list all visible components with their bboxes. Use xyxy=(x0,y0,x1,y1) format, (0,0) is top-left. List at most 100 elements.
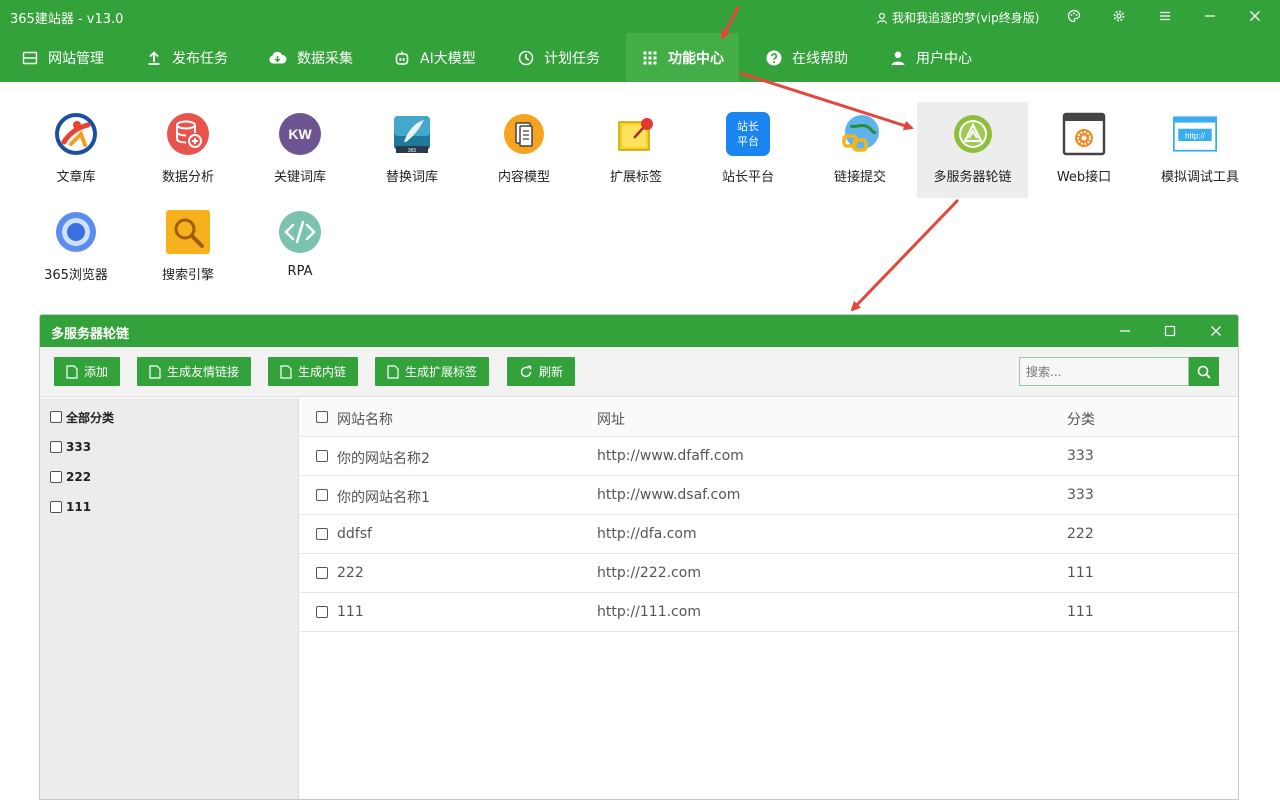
settings-button[interactable] xyxy=(1106,4,1132,28)
table-row[interactable]: ddfsf http://dfa.com 222 xyxy=(300,515,1238,554)
cell-site-name: 111 xyxy=(337,604,364,620)
nav-scheduled-task[interactable]: 计划任务 xyxy=(518,33,600,82)
category-222[interactable]: 222 xyxy=(50,468,91,486)
nav-ai-model[interactable]: AI大模型 xyxy=(394,33,476,82)
subwindow-titlebar: 多服务器轮链 xyxy=(40,315,1238,347)
main-nav: 网站管理 发布任务 数据采集 AI大模型 计划任务 功能中心 在线帮助 用户中心 xyxy=(0,33,1280,82)
tool-debug-tool[interactable]: http:// 模拟调试工具 xyxy=(1148,102,1252,198)
generate-friend-links-button[interactable]: 生成友情链接 xyxy=(137,357,252,386)
tool-rpa[interactable]: RPA xyxy=(250,200,350,296)
cell-site-name: 你的网站名称1 xyxy=(337,490,430,506)
arrow-to-subwindow xyxy=(850,198,960,312)
web-api-icon xyxy=(1062,112,1106,156)
select-all-checkbox[interactable] xyxy=(316,411,328,423)
extension-tag-icon xyxy=(618,118,653,151)
checkbox[interactable] xyxy=(50,441,62,453)
table-row[interactable]: 222 http://222.com 111 xyxy=(300,554,1238,593)
column-header-site-name[interactable]: 网站名称 xyxy=(337,409,393,429)
table-row[interactable]: 你的网站名称1 http://www.dsaf.com 333 xyxy=(300,476,1238,515)
skin-button[interactable] xyxy=(1061,4,1087,28)
category-label: 111 xyxy=(66,500,92,514)
tool-label: 链接提交 xyxy=(833,170,886,185)
site-table: 网站名称 网址 分类 你的网站名称2 http://www.dfaff.com … xyxy=(300,398,1238,799)
tool-content-model[interactable]: 内容模型 xyxy=(474,102,574,198)
maximize-button[interactable] xyxy=(1198,4,1224,28)
replace-library-icon: 365 xyxy=(394,116,430,154)
generate-internal-links-button[interactable]: 生成内链 xyxy=(268,357,359,386)
subwindow-close-button[interactable] xyxy=(1204,320,1228,342)
add-button[interactable]: 添加 xyxy=(54,357,121,386)
tool-label: RPA xyxy=(287,264,313,279)
button-label: 添加 xyxy=(84,365,109,379)
table-row[interactable]: 111 http://111.com 111 xyxy=(300,593,1238,632)
tool-web-api[interactable]: Web接口 xyxy=(1034,102,1134,198)
tool-browser[interactable]: 365浏览器 xyxy=(26,200,126,296)
hamburger-icon xyxy=(1160,11,1170,21)
row-checkbox[interactable] xyxy=(316,489,328,501)
cell-url: http://dfa.com xyxy=(597,526,697,542)
tool-data-analysis[interactable]: 数据分析 xyxy=(138,102,238,198)
tool-label: 数据分析 xyxy=(161,170,214,185)
cell-category: 111 xyxy=(1067,565,1094,581)
table-header: 网站名称 网址 分类 xyxy=(300,398,1238,437)
search-icon xyxy=(1197,365,1211,379)
file-icon xyxy=(387,364,399,379)
table-row[interactable]: 你的网站名称2 http://www.dfaff.com 333 xyxy=(300,437,1238,476)
column-header-url[interactable]: 网址 xyxy=(597,409,625,429)
category-sidebar: 全部分类 333 222 111 xyxy=(40,398,299,799)
row-checkbox[interactable] xyxy=(316,450,328,462)
category-label: 全部分类 xyxy=(66,410,115,425)
tool-multi-server-link[interactable]: 多服务器轮链 xyxy=(917,102,1028,198)
button-label: 生成友情链接 xyxy=(167,365,240,379)
close-button[interactable] xyxy=(1242,4,1268,28)
checkbox[interactable] xyxy=(50,501,62,513)
tool-extension-tag[interactable]: 扩展标签 xyxy=(586,102,686,198)
subwindow-minimize-button[interactable] xyxy=(1113,320,1137,342)
search-input[interactable] xyxy=(1019,357,1189,386)
generate-extension-tags-button[interactable]: 生成扩展标签 xyxy=(375,357,490,386)
search-engine-icon xyxy=(166,210,210,254)
row-checkbox[interactable] xyxy=(316,528,328,540)
category-111[interactable]: 111 xyxy=(50,498,91,516)
subwindow-maximize-button[interactable] xyxy=(1158,320,1182,342)
content-model-icon xyxy=(504,114,544,154)
tool-label: 站长平台 xyxy=(721,170,774,185)
nav-label: 发布任务 xyxy=(172,50,228,67)
search-button[interactable] xyxy=(1189,357,1219,386)
tool-webmaster-platform[interactable]: 站长 平台 站长平台 xyxy=(698,102,798,198)
tool-keyword-library[interactable]: KW 关键词库 xyxy=(250,102,350,198)
tool-label: 替换词库 xyxy=(385,170,438,185)
http-text: http:// xyxy=(1185,131,1206,140)
checkbox[interactable] xyxy=(50,411,62,423)
row-checkbox[interactable] xyxy=(316,606,328,618)
refresh-button[interactable]: 刷新 xyxy=(507,357,576,386)
tool-label: 关键词库 xyxy=(273,170,326,185)
checkbox[interactable] xyxy=(50,471,62,483)
tool-label: 内容模型 xyxy=(497,170,550,185)
category-333[interactable]: 333 xyxy=(50,438,91,456)
nav-publish-task[interactable]: 发布任务 xyxy=(146,33,228,82)
kw-text: KW xyxy=(288,126,312,142)
nav-label: 用户中心 xyxy=(916,50,972,67)
category-all[interactable]: 全部分类 xyxy=(50,408,114,426)
tool-article-library[interactable]: 文章库 xyxy=(26,102,126,198)
nav-user-center[interactable]: 用户中心 xyxy=(890,33,972,82)
link-submit-icon xyxy=(842,115,879,152)
article-library-icon xyxy=(55,113,97,155)
menu-button[interactable] xyxy=(1152,4,1178,28)
tool-label: 365浏览器 xyxy=(44,268,108,283)
tool-link-submit[interactable]: 链接提交 xyxy=(810,102,910,198)
nav-data-collection[interactable]: 数据采集 xyxy=(268,33,353,82)
file-icon xyxy=(280,364,292,379)
file-icon xyxy=(66,364,78,379)
cell-url: http://222.com xyxy=(597,565,701,581)
user-info[interactable]: 我和我追逐的梦(vip终身版) xyxy=(876,9,1039,26)
nav-website-management[interactable]: 网站管理 xyxy=(22,33,104,82)
nav-online-help[interactable]: 在线帮助 xyxy=(766,33,848,82)
nav-function-center[interactable]: 功能中心 xyxy=(626,33,739,82)
webmaster-text-2: 平台 xyxy=(737,134,759,148)
row-checkbox[interactable] xyxy=(316,567,328,579)
column-header-category[interactable]: 分类 xyxy=(1067,409,1095,429)
tool-replace-library[interactable]: 365 替换词库 xyxy=(362,102,462,198)
tool-search-engine[interactable]: 搜索引擎 xyxy=(138,200,238,296)
